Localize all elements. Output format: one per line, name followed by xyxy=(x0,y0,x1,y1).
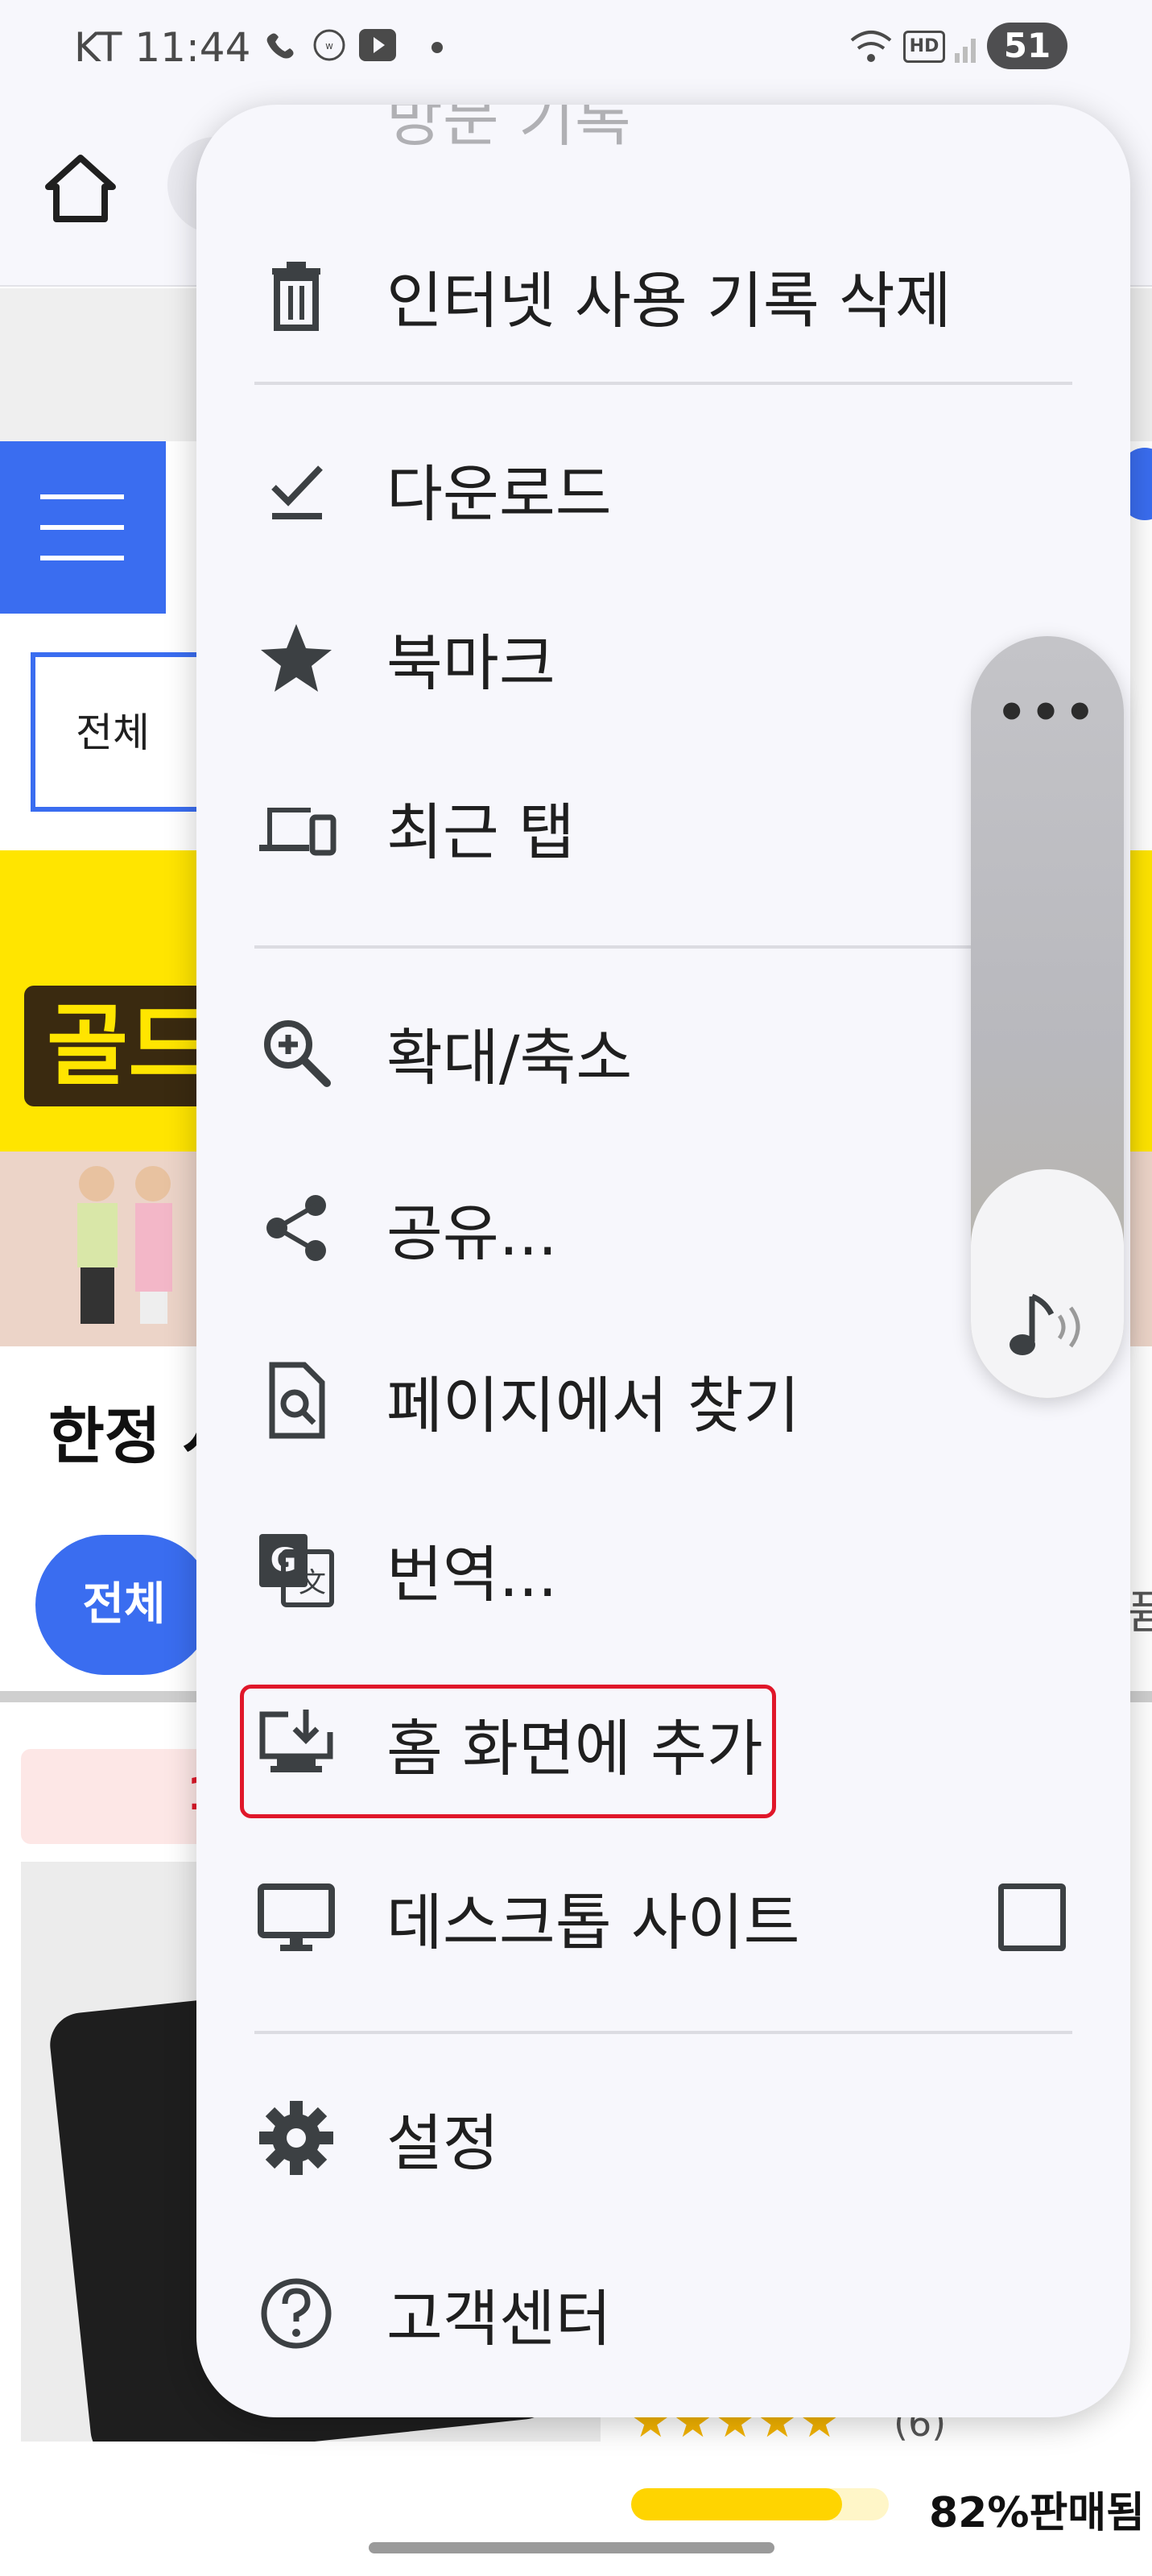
star-icon xyxy=(256,618,337,698)
wifi-icon xyxy=(849,27,894,66)
menu-divider xyxy=(254,382,1072,385)
phone-icon xyxy=(266,29,303,61)
status-time: KT 11:44 xyxy=(74,24,251,71)
menu-item-clear-history[interactable]: 인터넷 사용 기록 삭제 xyxy=(196,211,1130,380)
menu-item-desktop-site[interactable]: 데스크톱 사이트 xyxy=(196,1833,1130,2002)
desktop-site-checkbox[interactable] xyxy=(998,1883,1066,1951)
media-volume-icon xyxy=(1000,1288,1093,1366)
whowho-icon: w xyxy=(311,29,348,61)
menu-item-label: 인터넷 사용 기록 삭제 xyxy=(386,265,952,337)
svg-text:w: w xyxy=(325,40,333,52)
translate-icon: G文 xyxy=(256,1529,337,1610)
home-icon[interactable] xyxy=(42,150,119,227)
menu-item-settings[interactable]: 설정 xyxy=(196,2053,1130,2222)
menu-item-label: 번역... xyxy=(386,1539,558,1611)
menu-divider xyxy=(254,945,1072,949)
menu-item-label: 북마크 xyxy=(386,627,555,699)
menu-item-help[interactable]: 고객센터 xyxy=(196,2229,1130,2398)
menu-item-label: 데스크톱 사이트 xyxy=(386,1887,800,1958)
notification-dot-icon xyxy=(431,42,443,53)
menu-item-label: 공유... xyxy=(386,1197,558,1269)
trash-icon xyxy=(256,255,337,336)
desktop-icon xyxy=(256,1877,337,1958)
devices-icon xyxy=(256,787,337,867)
menu-divider xyxy=(254,2031,1072,2034)
zoom-in-icon xyxy=(256,1012,337,1093)
menu-item-translate[interactable]: G文 번역... xyxy=(196,1485,1130,1654)
hamburger-menu-button[interactable] xyxy=(0,441,166,614)
sold-progress-bar xyxy=(631,2488,889,2520)
menu-item-label: 페이지에서 찾기 xyxy=(386,1370,800,1441)
filter-pill-all[interactable]: 전체 xyxy=(35,1535,213,1675)
menu-item-label: 설정 xyxy=(386,2107,499,2179)
menu-item-downloads[interactable]: 다운로드 xyxy=(196,404,1130,573)
hd-voice-icon: HD xyxy=(903,31,945,63)
highlight-box xyxy=(240,1685,776,1818)
gesture-nav-handle[interactable] xyxy=(369,2542,774,2553)
menu-item-label: 최근 탭 xyxy=(386,796,575,868)
download-check-icon xyxy=(256,449,337,529)
more-options-icon[interactable]: ••• xyxy=(971,684,1124,741)
gear-icon xyxy=(256,2098,337,2178)
sold-percent-text: 82%판매됨 xyxy=(929,2489,1145,2537)
youtube-icon xyxy=(359,29,396,61)
sold-progress-fill xyxy=(631,2488,843,2520)
help-icon xyxy=(256,2273,337,2354)
signal-icon xyxy=(953,29,981,64)
edge-text-fragment: 퓸 xyxy=(1127,1587,1152,1639)
svg-text:文: 文 xyxy=(299,1567,326,1599)
menu-item-label: 다운로드 xyxy=(386,458,612,530)
volume-panel[interactable]: ••• xyxy=(971,636,1124,1398)
share-icon xyxy=(256,1188,337,1268)
find-in-page-icon xyxy=(256,1360,337,1441)
menu-item-label: 고객센터 xyxy=(386,2283,612,2355)
menu-item-history[interactable]: 방문 기록 xyxy=(196,105,1130,155)
battery-indicator: 51 xyxy=(987,23,1067,69)
status-bar: KT 11:44 w HD 51 xyxy=(0,0,1152,97)
menu-item-label: 확대/축소 xyxy=(386,1022,633,1094)
menu-item-label: 방문 기록 xyxy=(386,105,631,155)
